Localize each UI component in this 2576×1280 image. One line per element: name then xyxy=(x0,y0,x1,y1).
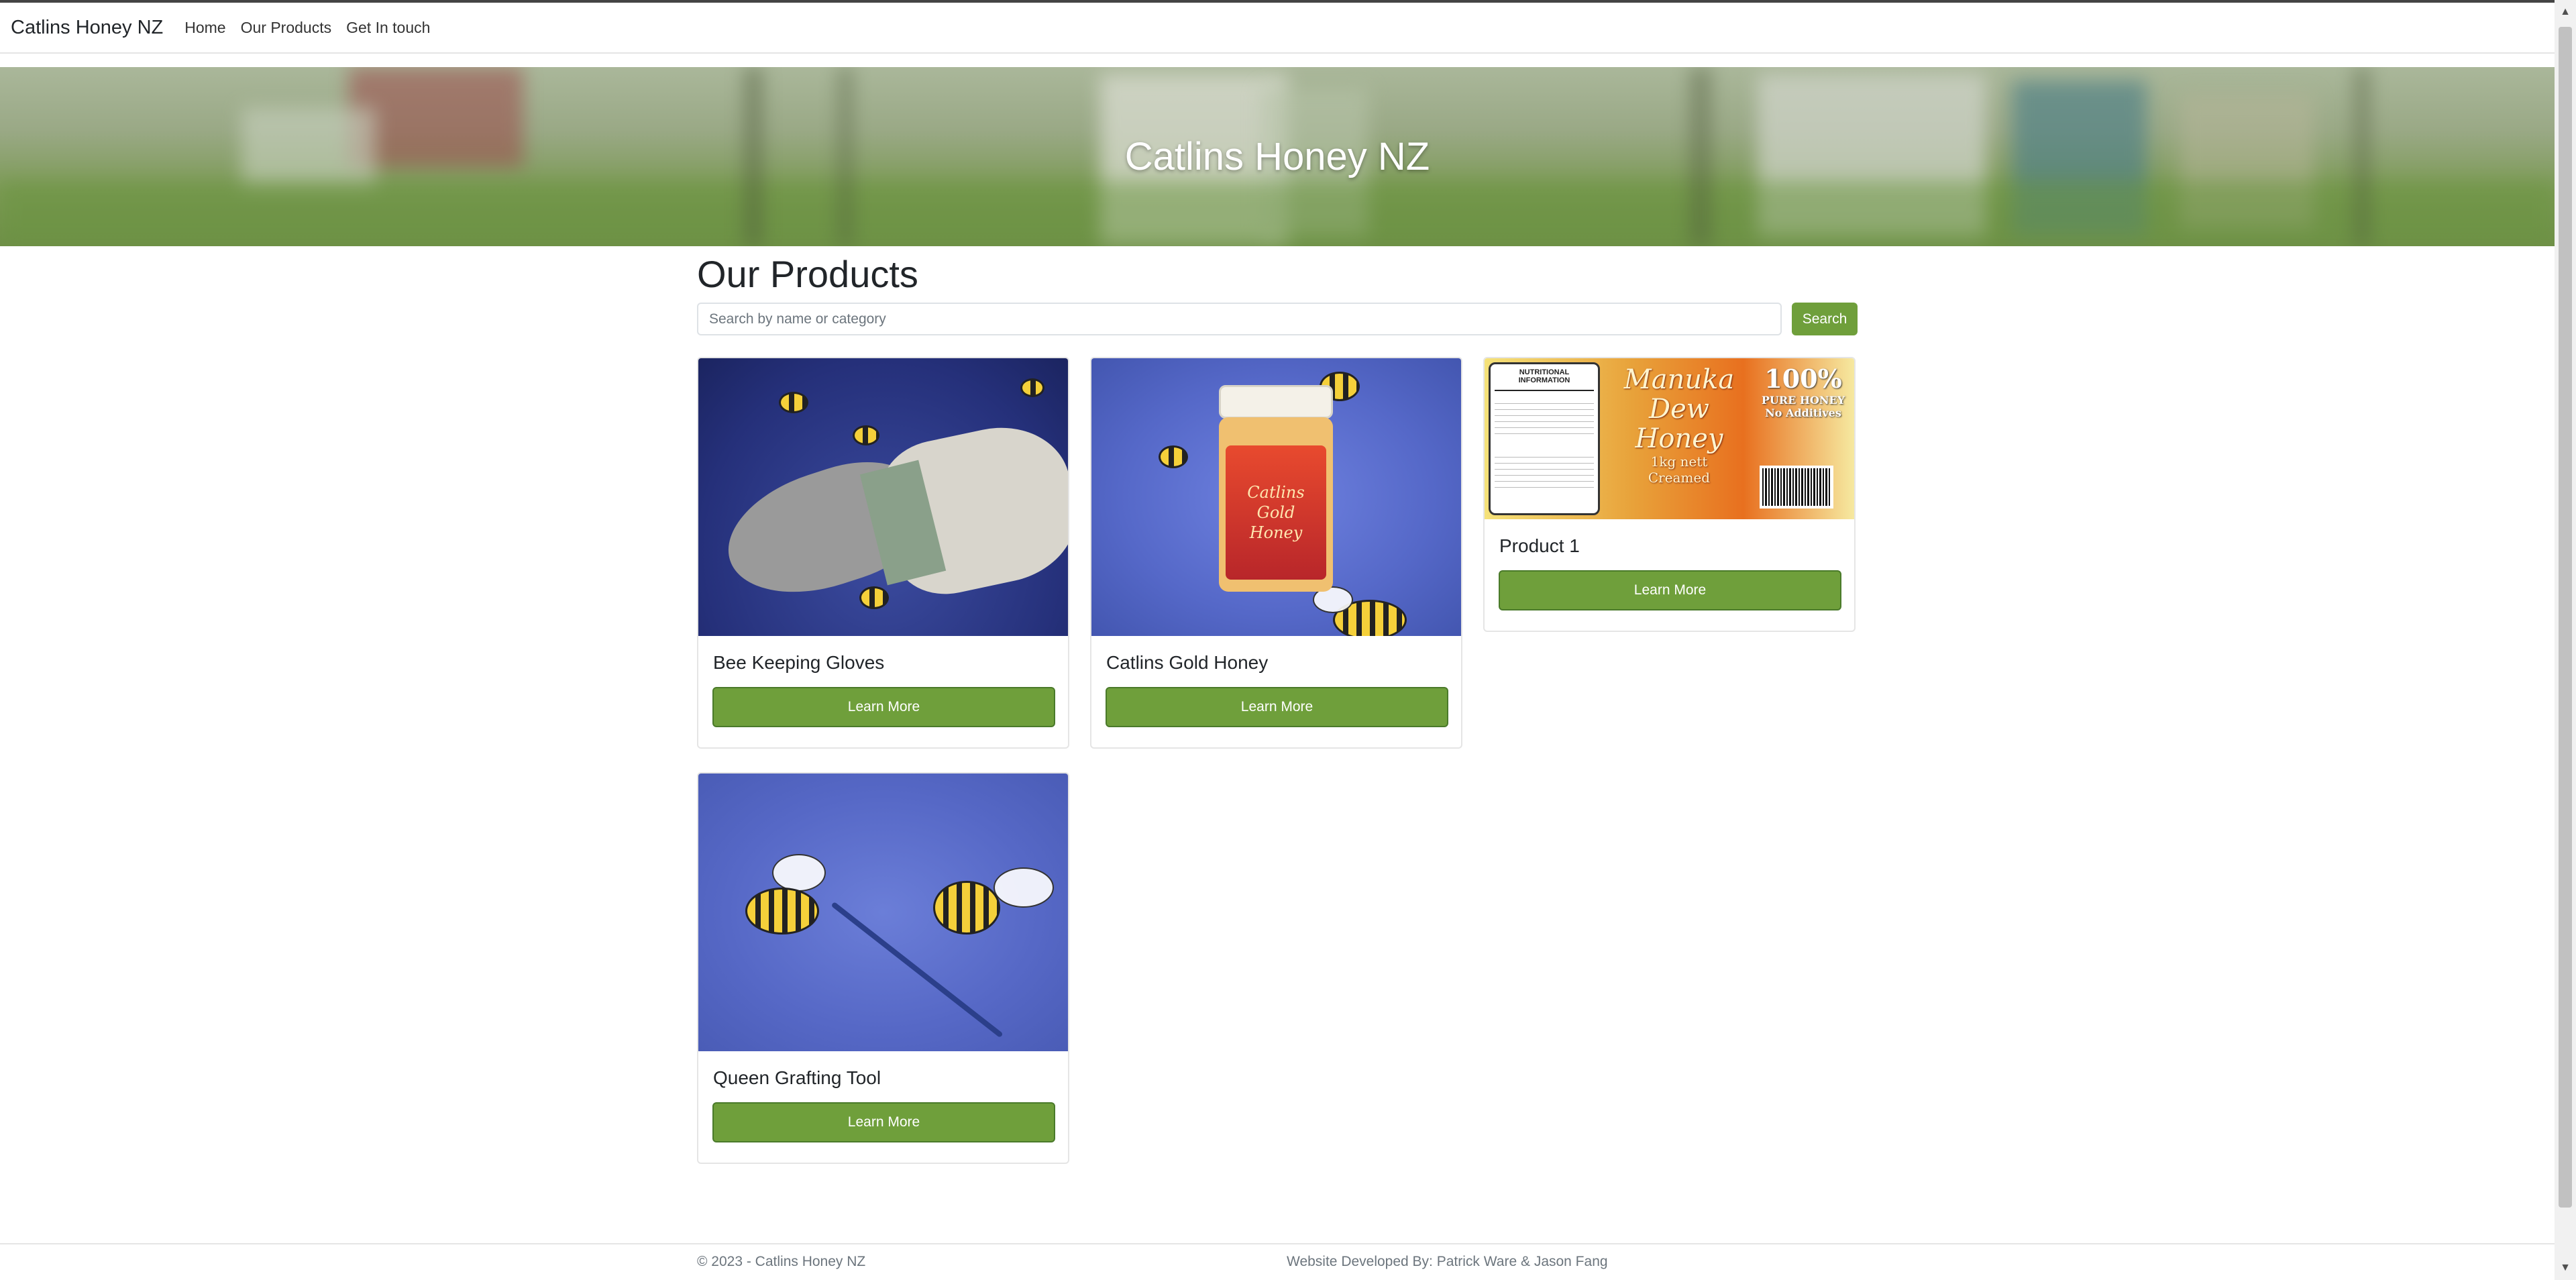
barcode-icon xyxy=(1760,466,1833,509)
label-weight: 1kg nett xyxy=(1650,454,1708,470)
jar-label-line2: Gold xyxy=(1256,503,1295,522)
learn-more-button[interactable]: Learn More xyxy=(712,687,1055,727)
scroll-up-arrow-icon[interactable]: ▲ xyxy=(2555,3,2576,21)
label-brand-line1: Manuka xyxy=(1623,364,1735,395)
product-title: Bee Keeping Gloves xyxy=(713,652,885,673)
footer-credits: Website Developed By: Patrick Ware & Jas… xyxy=(1287,1254,1608,1269)
navbar: Catlins Honey NZ Home Our Products Get I… xyxy=(0,3,2555,54)
main-content: Our Products Search Bee Keeping Gloves L… xyxy=(697,246,1858,1164)
product-title: Queen Grafting Tool xyxy=(713,1067,881,1088)
nav-link-get-in-touch[interactable]: Get In touch xyxy=(346,19,430,37)
product-image-gloves[interactable] xyxy=(698,358,1068,636)
footer: © 2023 - Catlins Honey NZ Website Develo… xyxy=(0,1243,2555,1280)
navbar-brand[interactable]: Catlins Honey NZ xyxy=(11,17,163,39)
label-brand-line3: Honey xyxy=(1635,423,1723,454)
hero-title: Catlins Honey NZ xyxy=(1124,135,1430,178)
page-title: Our Products xyxy=(697,253,918,295)
product-image-honey-jar[interactable]: Catlins Gold Honey xyxy=(1091,358,1461,636)
page: Catlins Honey NZ Home Our Products Get I… xyxy=(0,0,2576,1280)
label-brand-line2: Dew xyxy=(1649,394,1709,425)
footer-copyright: © 2023 - Catlins Honey NZ xyxy=(697,1254,866,1269)
product-image-grafting-tool[interactable] xyxy=(698,774,1068,1051)
label-percent: 100% xyxy=(1764,364,1842,394)
product-title: Product 1 xyxy=(1499,535,1580,556)
search-button[interactable]: Search xyxy=(1792,303,1858,335)
learn-more-button[interactable]: Learn More xyxy=(712,1102,1055,1142)
scrollbar[interactable]: ▲ ▼ xyxy=(2555,0,2576,1280)
learn-more-button[interactable]: Learn More xyxy=(1499,570,1841,610)
hero-banner: Catlins Honey NZ xyxy=(0,67,2555,246)
product-card: NUTRITIONAL INFORMATION Manuka Dew Honey… xyxy=(1483,357,1856,632)
jar-label-line1: Catlins xyxy=(1247,483,1305,502)
label-no-additives: No Additives xyxy=(1765,407,1841,419)
nav-link-our-products[interactable]: Our Products xyxy=(241,19,332,37)
product-card: Queen Grafting Tool Learn More xyxy=(697,772,1069,1164)
learn-more-button[interactable]: Learn More xyxy=(1106,687,1448,727)
label-style: Creamed xyxy=(1648,470,1711,486)
product-card: Catlins Gold Honey Catlins Gold Honey Le… xyxy=(1090,357,1462,749)
nav-link-home[interactable]: Home xyxy=(184,19,225,37)
product-image-manuka-label[interactable]: NUTRITIONAL INFORMATION Manuka Dew Honey… xyxy=(1485,358,1854,519)
scroll-down-arrow-icon[interactable]: ▼ xyxy=(2555,1259,2576,1277)
label-nutrition-heading: NUTRITIONAL INFORMATION xyxy=(1518,368,1570,384)
scroll-thumb[interactable] xyxy=(2559,27,2572,1208)
label-pure: PURE HONEY xyxy=(1761,394,1845,407)
search-bar: Search xyxy=(697,303,1858,335)
jar-label-line3: Honey xyxy=(1249,523,1303,542)
product-card: Bee Keeping Gloves Learn More xyxy=(697,357,1069,749)
search-input[interactable] xyxy=(697,303,1782,335)
product-title: Catlins Gold Honey xyxy=(1106,652,1269,673)
